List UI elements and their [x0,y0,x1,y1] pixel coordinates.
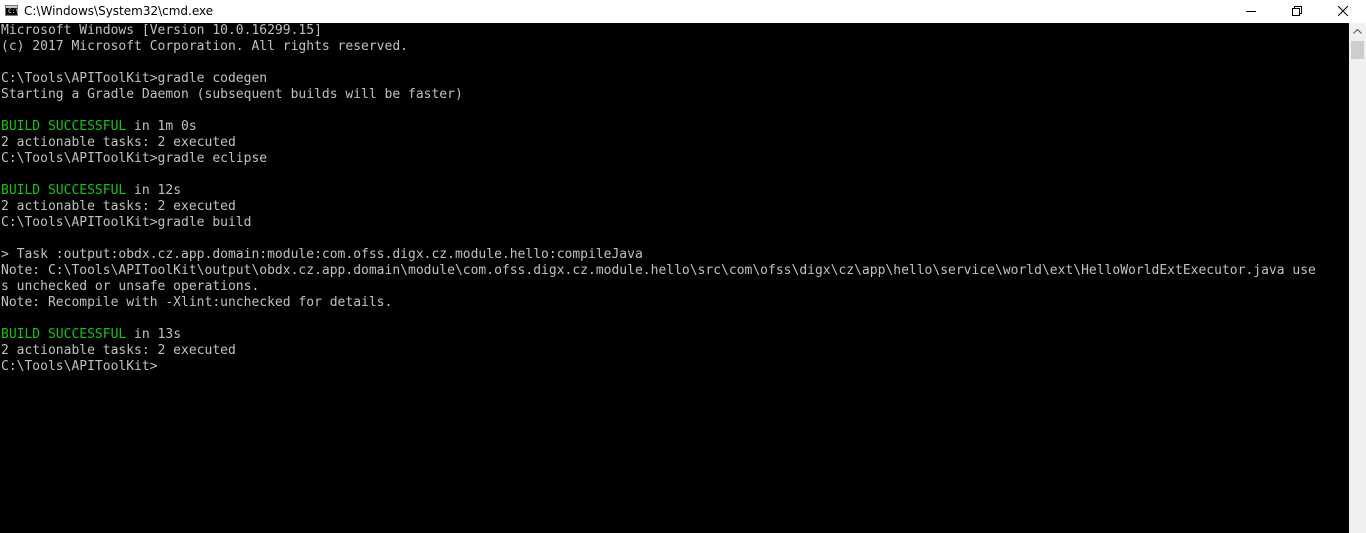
console-line: 2 actionable tasks: 2 executed [1,199,1349,215]
console-line-text: in 12s [126,183,182,198]
console-line: C:\Tools\APIToolKit>gradle codegen [1,71,1349,87]
cmd-window: C:\ C:\Windows\System32\cmd.exe Microsof… [0,0,1366,533]
console-line: C:\Tools\APIToolKit>gradle eclipse [1,151,1349,167]
build-status-text: BUILD SUCCESSFUL [1,327,127,342]
console-text: Microsoft Windows [Version 10.0.16299.15… [0,23,1349,375]
console-line: C:\Tools\APIToolKit>gradle build [1,215,1349,231]
build-status-text: BUILD SUCCESSFUL [1,183,127,198]
console-line-text: > Task :output:obdx.cz.app.domain:module… [1,247,643,262]
console-line-text: 2 actionable tasks: 2 executed [1,343,236,358]
scrollbar-thumb[interactable] [1351,41,1364,59]
console-line: Note: Recompile with -Xlint:unchecked fo… [1,295,1349,311]
console-line-text: 2 actionable tasks: 2 executed [1,135,236,150]
window-title: C:\Windows\System32\cmd.exe [24,4,214,18]
console-line: Note: C:\Tools\APIToolKit\output\obdx.cz… [1,263,1349,279]
console-line: (c) 2017 Microsoft Corporation. All righ… [1,39,1349,55]
chevron-up-icon [1353,29,1362,34]
console-line-text: C:\Tools\APIToolKit> [1,359,158,374]
console-line-text: C:\Tools\APIToolKit>gradle eclipse [1,151,268,166]
console-line-text: C:\Tools\APIToolKit>gradle build [1,215,252,230]
minimize-button[interactable] [1228,0,1274,23]
console-line: BUILD SUCCESSFUL in 1m 0s [1,119,1349,135]
console-line: Microsoft Windows [Version 10.0.16299.15… [1,23,1349,39]
console-line-text: Starting a Gradle Daemon (subsequent bui… [1,87,463,102]
console-line-text: (c) 2017 Microsoft Corporation. All righ… [1,39,408,54]
vertical-scrollbar[interactable] [1349,23,1366,533]
console-line: C:\Tools\APIToolKit> [1,359,1349,375]
console-line: 2 actionable tasks: 2 executed [1,343,1349,359]
console-line-text: Note: Recompile with -Xlint:unchecked fo… [1,295,393,310]
console-output[interactable]: Microsoft Windows [Version 10.0.16299.15… [0,23,1349,533]
maximize-icon [1292,6,1302,16]
console-line: 2 actionable tasks: 2 executed [1,135,1349,151]
console-line-text: 2 actionable tasks: 2 executed [1,199,236,214]
command-prompt-icon[interactable]: C:\ [5,5,19,16]
scroll-up-button[interactable] [1349,23,1366,40]
console-line-text: in 1m 0s [126,119,197,134]
console-line-text: in 13s [126,327,182,342]
console-line-text: Note: C:\Tools\APIToolKit\output\obdx.cz… [1,263,1316,278]
minimize-icon [1246,11,1256,12]
title-bar[interactable]: C:\ C:\Windows\System32\cmd.exe [0,0,1366,23]
console-line-text: C:\Tools\APIToolKit>gradle codegen [1,71,268,86]
close-icon [1338,6,1348,16]
console-line: Starting a Gradle Daemon (subsequent bui… [1,87,1349,103]
build-status-text: BUILD SUCCESSFUL [1,119,127,134]
console-line: BUILD SUCCESSFUL in 13s [1,327,1349,343]
close-button[interactable] [1320,0,1366,23]
console-line-text: s unchecked or unsafe operations. [1,279,260,294]
console-line: s unchecked or unsafe operations. [1,279,1349,295]
maximize-button[interactable] [1274,0,1320,23]
console-line-text: Microsoft Windows [Version 10.0.16299.15… [1,23,322,38]
app-icon-glyph: C:\ [8,8,19,15]
console-line: > Task :output:obdx.cz.app.domain:module… [1,247,1349,263]
console-line: BUILD SUCCESSFUL in 12s [1,183,1349,199]
